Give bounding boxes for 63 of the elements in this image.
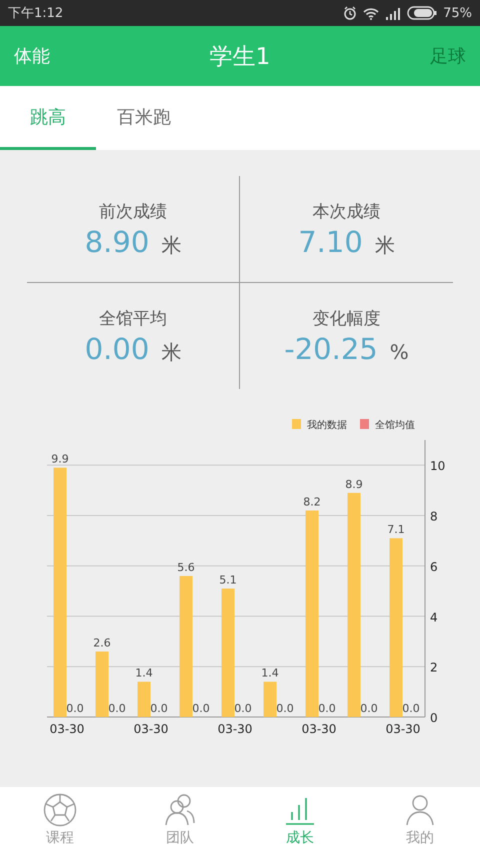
x-tick-label: 03-30 [50,722,84,736]
stat-label: 全馆平均 [99,308,167,330]
data-label: 0.0 [66,702,84,715]
data-label: 1.4 [261,666,279,680]
stat-unit: 米 [374,232,395,258]
stat-value: 8.90 [84,224,150,258]
stat-label: 变化幅度 [312,308,380,330]
y-tick-label: 6 [430,560,438,574]
people-icon [163,793,197,827]
y-tick-label: 10 [430,459,446,474]
tab[interactable]: 百米跑 [96,86,192,150]
data-label: 8.2 [303,496,321,508]
data-label: 7.1 [387,523,405,536]
data-label: 0.0 [150,702,168,715]
data-label: 0.0 [108,702,126,715]
stat-unit: % [390,340,409,364]
nav-tab[interactable]: 课程 [0,787,120,853]
tab[interactable]: 跳高 [0,86,96,150]
battery-icon [407,6,438,20]
data-label: 5.1 [219,574,237,587]
stat-label: 本次成绩 [312,200,380,222]
y-tick-label: 2 [430,660,438,675]
wifi-icon [363,6,380,20]
data-label: 0.0 [402,702,420,715]
stat-unit: 米 [161,338,182,366]
data-label: 8.9 [345,478,363,491]
stat-value: 7.10 [298,224,363,258]
nav-tab[interactable]: 团队 [120,787,240,853]
y-tick-label: 0 [430,711,438,725]
stat-value: -20.25 [284,332,378,366]
data-label: 0.0 [192,702,210,715]
status-time: 下午1:12 [8,5,64,22]
y-tick-label: 4 [430,610,438,624]
bar [138,682,150,717]
data-label: 0.0 [276,702,294,715]
data-label: 0.0 [234,702,252,715]
header-right-link[interactable]: 足球 [430,44,466,68]
y-tick-label: 8 [430,510,438,524]
data-label: 0.0 [360,702,378,715]
alarm-icon [343,6,358,20]
ball-icon [43,793,77,827]
bar [264,682,276,717]
bar [96,652,108,717]
header-title: 学生1 [210,42,270,72]
stat-unit: 米 [161,232,182,258]
stat-value: 0.00 [84,332,150,366]
data-label: 9.9 [51,452,69,466]
signal-icon [385,6,402,20]
battery-percent: 75% [443,6,472,20]
data-label: 2.6 [93,636,111,650]
legend-label: 全馆均值 [375,420,415,431]
header-left-link[interactable]: 体能 [14,44,50,68]
nav-tab[interactable]: 我的 [360,787,480,853]
nav-tab[interactable]: 成长 [240,787,360,853]
data-label: 5.6 [177,560,195,574]
legend-label: 我的数据 [307,420,347,431]
data-label: 0.0 [318,702,336,715]
data-label: 1.4 [135,666,153,680]
x-tick-label: 03-30 [302,722,336,736]
x-tick-label: 03-30 [218,722,252,736]
x-tick-label: 03-30 [134,722,168,736]
stat-label: 前次成绩 [99,200,167,222]
x-tick-label: 03-30 [386,722,420,736]
